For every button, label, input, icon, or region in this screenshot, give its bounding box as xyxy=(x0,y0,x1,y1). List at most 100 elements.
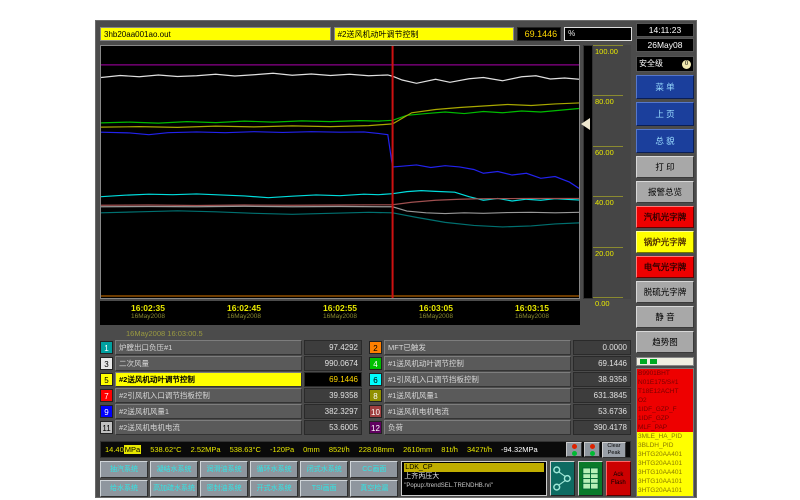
pen-label[interactable]: 负荷 xyxy=(384,420,571,435)
sidebar-button[interactable]: 打 印 xyxy=(636,156,694,178)
pen-number[interactable]: 3 xyxy=(100,357,113,370)
alarm-item[interactable]: N01E175/S#1 xyxy=(637,378,693,387)
legend-row[interactable]: 10#1送风机电机电流53.6736 xyxy=(369,404,631,419)
pen-number[interactable]: 8 xyxy=(369,389,382,402)
legend-row[interactable]: 7#2引风机入口调节挡板控制39.9358 xyxy=(100,388,362,403)
legend-row[interactable]: 3二次风量990.0674 xyxy=(100,356,362,371)
alarm-item[interactable]: 3HTG20AA401 xyxy=(637,450,693,459)
pen-number[interactable]: 5 xyxy=(100,373,113,386)
selected-pen-title[interactable]: #2送风机动叶调节控制 xyxy=(334,27,514,41)
pen-number[interactable]: 7 xyxy=(100,389,113,402)
pen-number[interactable]: 6 xyxy=(369,373,382,386)
legend-row[interactable]: 5#2送风机动叶调节控制69.1446 xyxy=(100,372,362,387)
sidebar-button[interactable]: 总 貌 xyxy=(636,129,694,153)
pen-label[interactable]: MFT已触发 xyxy=(384,340,571,355)
pen-number[interactable]: 11 xyxy=(100,421,113,434)
alarm-item[interactable]: T18E12ACHT xyxy=(637,387,693,396)
indicator-strip xyxy=(636,357,694,366)
sidebar-button[interactable]: 趋势图 xyxy=(636,331,694,353)
nav-button[interactable]: 给水系统 xyxy=(100,480,148,497)
sidebar-button[interactable]: 上 页 xyxy=(636,102,694,126)
legend-row[interactable]: 12负荷390.4178 xyxy=(369,420,631,435)
status-value: 852t/h xyxy=(329,445,350,454)
nav-button[interactable]: 高加疏水系统 xyxy=(150,480,198,497)
alarm-item[interactable]: 3HTG20AA101 xyxy=(637,486,693,495)
x-tick: 16:02:4516May2008 xyxy=(209,303,279,320)
alarm-item[interactable]: 3BLDH_PID xyxy=(637,441,693,450)
traffic-light-icon-2[interactable] xyxy=(584,442,600,457)
scale-slider-track[interactable] xyxy=(583,45,593,299)
legend-row[interactable]: 4#1送风机动叶调节控制69.1446 xyxy=(369,356,631,371)
screen-nav-grid: 抽汽系统凝结水系统润滑油系统循环水系统闭式水系统CC画面给水系统高加疏水系统密封… xyxy=(100,461,398,497)
sidebar-button[interactable]: 报警总览 xyxy=(636,181,694,203)
alarm-item[interactable]: 3HTG10AA101 xyxy=(637,495,693,497)
pen-label[interactable]: #2送风机电机电流 xyxy=(115,420,302,435)
command-selected-item[interactable]: LDK_CP xyxy=(404,463,543,472)
status-bar-right: ClearPeak xyxy=(566,442,626,458)
legend-row[interactable]: 1炉膛出口负压#197.4292 xyxy=(100,340,362,355)
pen-number[interactable]: 2 xyxy=(369,341,382,354)
pen-number[interactable]: 1 xyxy=(100,341,113,354)
pen-label[interactable]: #1送风机风量1 xyxy=(384,388,571,403)
legend-row[interactable]: 8#1送风机风量1631.3845 xyxy=(369,388,631,403)
trend-file-field[interactable]: 3hb20aa001ao.out xyxy=(100,27,331,41)
trend-plot[interactable] xyxy=(100,45,580,299)
sidebar-button[interactable]: 脱硫光字牌 xyxy=(636,281,694,303)
status-value: 14.40MPa xyxy=(105,445,141,454)
sidebar-button[interactable]: 锅炉光字牌 xyxy=(636,231,694,253)
clock: 14:11:23 xyxy=(636,23,694,37)
cursor-timestamp: 16May2008 16:03:00.5 xyxy=(126,329,203,338)
grid-icon[interactable] xyxy=(578,461,603,496)
pen-label[interactable]: #1送风机动叶调节控制 xyxy=(384,356,571,371)
pen-label[interactable]: #2送风机风量1 xyxy=(115,404,302,419)
traffic-light-icon-1[interactable] xyxy=(566,442,582,457)
legend-row[interactable]: 11#2送风机电机电流53.6005 xyxy=(100,420,362,435)
alarm-item[interactable]: MLF_PAP xyxy=(637,423,693,432)
nav-button[interactable]: 凝结水系统 xyxy=(150,461,198,478)
command-box[interactable]: LDK_CP 上齐丙压大 "Popup:/trendSEL.TRENDHB.rv… xyxy=(401,461,546,496)
nav-button[interactable]: TSI画面 xyxy=(300,480,348,497)
nav-button[interactable]: 密封油系统 xyxy=(200,480,248,497)
legend-row[interactable]: 6#1引风机入口调节挡板控制38.9358 xyxy=(369,372,631,387)
nav-button[interactable]: 润滑油系统 xyxy=(200,461,248,478)
pen-label[interactable]: #2送风机动叶调节控制 xyxy=(115,372,302,387)
nav-button[interactable]: 真空检漏 xyxy=(350,480,398,497)
pen-label[interactable]: #1送风机电机电流 xyxy=(384,404,571,419)
pen-value: 631.3845 xyxy=(573,388,631,403)
nav-button[interactable]: 循环水系统 xyxy=(250,461,298,478)
pen-number[interactable]: 9 xyxy=(100,405,113,418)
alarm-item[interactable]: 1IDF_GZP xyxy=(637,414,693,423)
alarm-item[interactable]: 3HTG20AA101 xyxy=(637,459,693,468)
alarm-item[interactable]: O2 xyxy=(637,396,693,405)
nav-button[interactable]: 闭式水系统 xyxy=(300,461,348,478)
nav-button[interactable]: 抽汽系统 xyxy=(100,461,148,478)
alarm-tag-list[interactable]: B9901BHTN01E175/S#1T18E12ACHTO21IDF_GZP_… xyxy=(636,368,694,497)
alarm-item[interactable]: 3HTG10AA401 xyxy=(637,468,693,477)
alarm-item[interactable]: 3HTG10AA101 xyxy=(637,477,693,486)
pen-label[interactable]: 炉膛出口负压#1 xyxy=(115,340,302,355)
unit-field: % xyxy=(564,27,632,41)
nav-button[interactable]: CC画面 xyxy=(350,461,398,478)
alarm-item[interactable]: 3MLE_HA_PID xyxy=(637,432,693,441)
nav-button[interactable]: 开式水系统 xyxy=(250,480,298,497)
pen-number[interactable]: 12 xyxy=(369,421,382,434)
network-icon[interactable] xyxy=(550,461,575,496)
x-axis-labels: 16:02:3516May200816:02:4516May200816:02:… xyxy=(100,301,580,325)
sidebar-button[interactable]: 汽机光字牌 xyxy=(636,206,694,228)
ack-flash-button[interactable]: Ack Flash xyxy=(606,461,631,496)
legend-row[interactable]: 2MFT已触发0.0000 xyxy=(369,340,631,355)
alarm-item[interactable]: B9901BHT xyxy=(637,369,693,378)
sidebar-button[interactable]: 静 音 xyxy=(636,306,694,328)
pen-label[interactable]: #2引风机入口调节挡板控制 xyxy=(115,388,302,403)
sidebar-button[interactable]: 电气光字牌 xyxy=(636,256,694,278)
legend-row[interactable]: 9#2送风机风量1382.3297 xyxy=(100,404,362,419)
sidebar-button[interactable]: 菜 单 xyxy=(636,75,694,99)
alarm-item[interactable]: 1IDF_GZP_F xyxy=(637,405,693,414)
clear-peak-button[interactable]: ClearPeak xyxy=(602,442,626,458)
pen-number[interactable]: 10 xyxy=(369,405,382,418)
dcs-window: 3hb20aa001ao.out #2送风机动叶调节控制 69.1446 % 1… xyxy=(95,20,697,498)
pen-label[interactable]: 二次风量 xyxy=(115,356,302,371)
scale-slider-arrow-icon[interactable] xyxy=(581,118,590,130)
pen-label[interactable]: #1引风机入口调节挡板控制 xyxy=(384,372,571,387)
pen-number[interactable]: 4 xyxy=(369,357,382,370)
